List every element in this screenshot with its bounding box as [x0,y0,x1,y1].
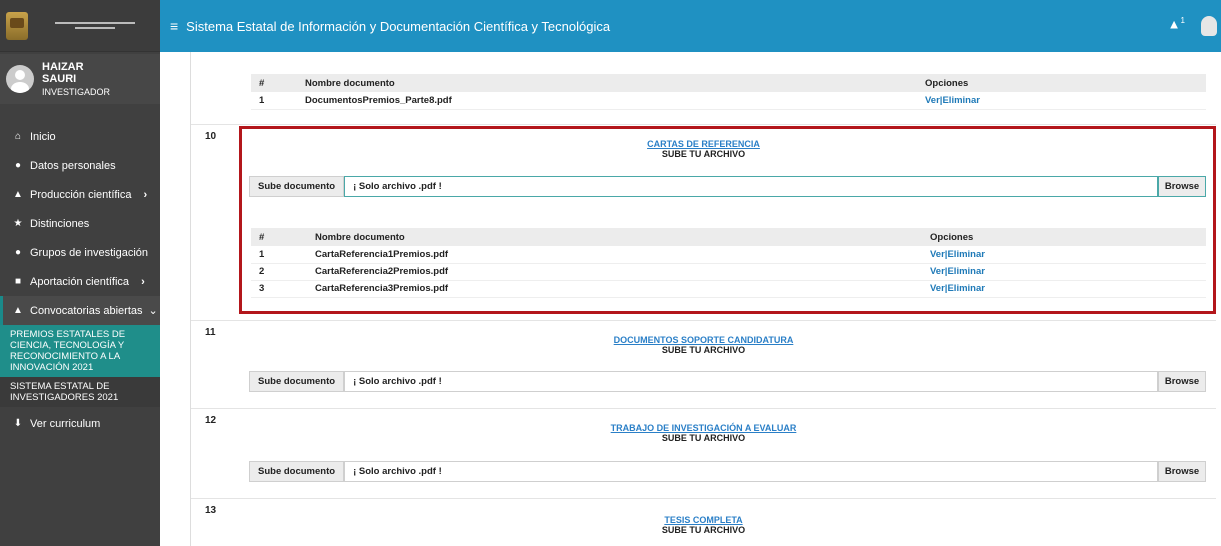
logo [0,0,160,52]
sidebar-item-produccion[interactable]: ▲ Producción científica › [0,180,160,209]
section-subtitle: SUBE TU ARCHIVO [661,525,746,535]
browse-button[interactable]: Browse [1158,371,1206,392]
table-row: 1 DocumentosPremios_Parte8.pdf Ver|Elimi… [251,92,1206,110]
avatar [6,65,34,93]
user-icon: ● [14,160,22,171]
sidebar-item-aportacion[interactable]: ■ Aportación científica › [0,267,160,296]
section-title-link[interactable]: TESIS COMPLETA [191,515,1216,525]
emblem-icon [6,11,28,40]
chevron-right-icon: › [143,188,148,201]
sidebar-item-label: Producción científica [30,188,132,201]
section-12: 12 TRABAJO DE INVESTIGACIÓN A EVALUAR SU… [191,408,1216,496]
documents-table: # Nombre documento Opciones 1 Documentos… [251,74,1206,110]
upload-label: Sube documento [249,461,345,482]
col-name: Nombre documento [297,74,917,92]
file-input[interactable]: ¡ Solo archivo .pdf ! [344,371,1158,392]
user-panel: HAIZAR SAURI INVESTIGADOR [0,54,160,104]
sidebar-item-inicio[interactable]: ⌂ Inicio [0,122,160,151]
section-subtitle: SUBE TU ARCHIVO [661,433,746,443]
page-title: Sistema Estatal de Información y Documen… [186,18,611,34]
row-number: 1 [251,92,297,110]
sidebar-item-label: Datos personales [30,159,116,172]
flask-icon: ▲ [13,305,23,316]
top-header: ≡ Sistema Estatal de Información y Docum… [160,0,1221,52]
sidebar-item-curriculum[interactable]: ⬇ Ver curriculum [0,409,160,438]
col-number: # [251,74,297,92]
upload-group: Sube documento ¡ Solo archivo .pdf ! Bro… [249,371,1206,392]
sidebar: HAIZAR SAURI INVESTIGADOR ⌂ Inicio ● Datos… [0,0,160,546]
eliminar-link[interactable]: Eliminar [942,95,980,106]
col-options: Opciones [917,74,1206,92]
section-13: 13 TESIS COMPLETA SUBE TU ARCHIVO [191,498,1216,546]
browse-button[interactable]: Browse [1158,461,1206,482]
menu-icon[interactable]: ≡ [170,18,178,34]
section-11: 11 DOCUMENTOS SOPORTE CANDIDATURA SUBE T… [191,320,1216,408]
sidebar-item-label: Convocatorias abiertas [30,304,143,317]
file-input[interactable]: ¡ Solo archivo .pdf ! [344,461,1158,482]
logo-text [36,22,154,29]
section-title-link[interactable]: DOCUMENTOS SOPORTE CANDIDATURA [191,335,1216,345]
section-heading: DOCUMENTOS SOPORTE CANDIDATURA SUBE TU A… [191,335,1216,355]
sidebar-item-label: Grupos de investigación [30,246,149,259]
users-icon: ● [14,247,22,258]
user-menu-icon[interactable] [1201,16,1217,36]
upload-group: Sube documento ¡ Solo archivo .pdf ! Bro… [249,461,1206,482]
flask-icon: ▲ [13,189,23,200]
sidebar-item-label: Distinciones [30,217,90,230]
section-subtitle: SUBE TU ARCHIVO [661,345,746,355]
user-role: INVESTIGADOR [42,87,111,97]
section-heading: TESIS COMPLETA SUBE TU ARCHIVO [191,515,1216,535]
sidebar-subitem-premios[interactable]: PREMIOS ESTATALES DE CIENCIA, TECNOLOGÍA… [0,325,160,377]
chevron-down-icon: ⌄ [148,305,158,317]
upload-label: Sube documento [249,371,345,392]
sidebar-item-label: Ver curriculum [30,417,101,430]
notification-count: 1 [1180,16,1185,25]
user-last-name: SAURI [42,73,77,85]
ver-link[interactable]: Ver [925,95,940,106]
sidebar-subitem-sistema[interactable]: SISTEMA ESTATAL DE INVESTIGADORES 2021 [0,377,160,407]
sidebar-item-label: Inicio [30,130,56,143]
section-heading: TRABAJO DE INVESTIGACIÓN A EVALUAR SUBE … [191,423,1216,443]
sidebar-item-label: Aportación científica [30,275,130,288]
sidebar-item-datos-personales[interactable]: ● Datos personales [0,151,160,180]
sidebar-item-grupos[interactable]: ● Grupos de investigación [0,238,160,267]
user-first-name: HAIZAR [42,61,84,73]
home-icon: ⌂ [14,131,22,142]
sidebar-item-convocatorias[interactable]: ▲ Convocatorias abiertas ⌄ [0,296,160,325]
section-title-link[interactable]: TRABAJO DE INVESTIGACIÓN A EVALUAR [191,423,1216,433]
trophy-icon: ★ [13,218,23,229]
sidebar-nav-bottom: ⬇ Ver curriculum [0,409,160,438]
sidebar-item-distinciones[interactable]: ★ Distinciones [0,209,160,238]
highlight-box [239,126,1216,314]
book-icon: ■ [14,276,22,287]
chevron-right-icon: › [141,275,145,288]
sidebar-nav: ⌂ Inicio ● Datos personales ▲ Producción ci… [0,122,160,325]
download-icon: ⬇ [13,418,23,429]
bell-icon[interactable]: ▲1 [1168,16,1185,31]
file-name: DocumentosPremios_Parte8.pdf [297,92,917,110]
